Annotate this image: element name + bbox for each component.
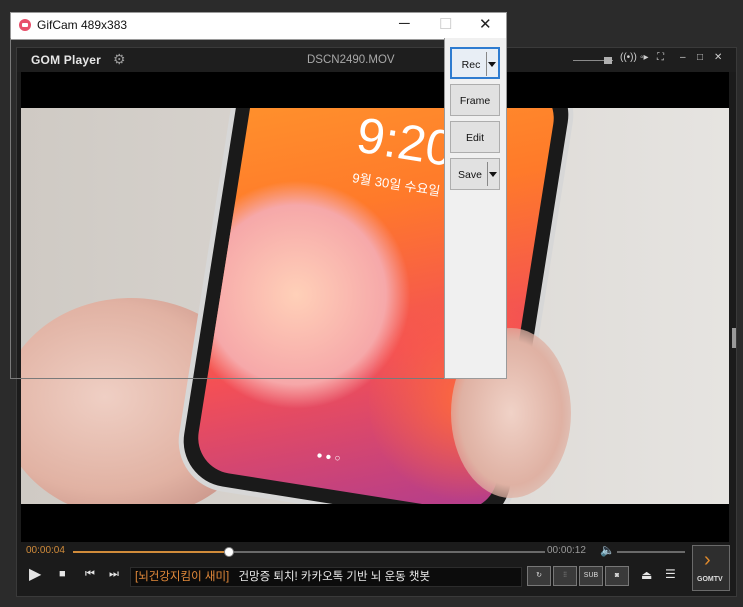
dropdown-arrow-icon[interactable] [489,172,497,177]
volume-icon[interactable]: 🔈 [600,543,615,557]
current-time: 00:00:04 [26,545,65,556]
close-button[interactable]: ✕ [479,15,492,33]
gomtv-button[interactable]: › GOMTV [692,545,730,591]
titlebar-volume-knob[interactable] [604,57,612,64]
stop-icon[interactable]: ■ [59,568,66,580]
maximize-button: ☐ [439,16,453,33]
rotate-icon[interactable]: ↻ [527,566,551,586]
total-time: 00:00:12 [547,545,586,556]
gifcam-button-panel: Rec Frame Edit Save [444,38,507,379]
dropdown-arrow-icon[interactable] [488,62,496,67]
eject-icon[interactable]: ⏏ [641,568,652,582]
minimize-button[interactable]: ─ [399,15,410,32]
seek-progress-fill [73,551,229,553]
subtitle-ticker[interactable]: [뇌건강지킴이 새미] 건망증 퇴치! 카카오톡 기반 뇌 운동 챗봇 [130,567,522,587]
gifcam-titlebar: GifCam 489x383 ─ ☐ ✕ [10,12,507,40]
maximize-button[interactable]: □ [697,52,703,63]
gifcam-title: GifCam 489x383 [37,18,128,32]
seek-knob[interactable] [223,547,234,557]
capture-camera-icon[interactable]: ◙ [605,566,629,586]
capture-frame[interactable] [10,38,446,379]
subtitle-text: 건망증 퇴치! 카카오톡 기반 뇌 운동 챗봇 [238,571,431,583]
gomtv-label: GOMTV [697,576,723,583]
minimize-button[interactable]: – [680,52,686,63]
side-panel-handle[interactable] [732,328,736,348]
close-button[interactable]: ✕ [714,52,722,63]
next-icon[interactable]: ⏭ [109,568,119,581]
subtitle-button[interactable]: SUB [579,566,603,586]
audio-icon[interactable]: ((•)) [620,52,637,63]
seek-bar[interactable]: 00:00:04 00:00:12 🔈 [17,543,736,559]
equalizer-icon[interactable]: ⫶⫶ [553,566,577,586]
fullscreen-icon[interactable]: ⛶ [657,52,664,63]
rec-label: Rec [461,59,481,71]
page-dots: ●●○ [315,449,345,466]
frame-button[interactable]: Frame [450,84,500,116]
volume-slider[interactable] [617,551,685,553]
play-mode-icon[interactable]: ◦▸ [640,52,649,63]
menu-icon[interactable]: ☰ [665,567,676,581]
edit-button[interactable]: Edit [450,121,500,153]
save-button[interactable]: Save [450,158,500,190]
rec-button[interactable]: Rec [450,47,500,79]
gifcam-app-icon [19,19,31,31]
previous-icon[interactable]: ⏮ [85,568,95,581]
frame-label: Frame [459,95,491,107]
play-icon[interactable]: ▶ [29,564,41,584]
edit-label: Edit [465,132,485,144]
save-label: Save [458,169,482,181]
subtitle-tag: [뇌건강지킴이 새미] [135,571,230,583]
control-bar: ▶ ■ ⏮ ⏭ [뇌건강지킴이 새미] 건망증 퇴치! 카카오톡 기반 뇌 운동… [17,563,736,591]
chevron-right-icon: › [704,549,711,571]
